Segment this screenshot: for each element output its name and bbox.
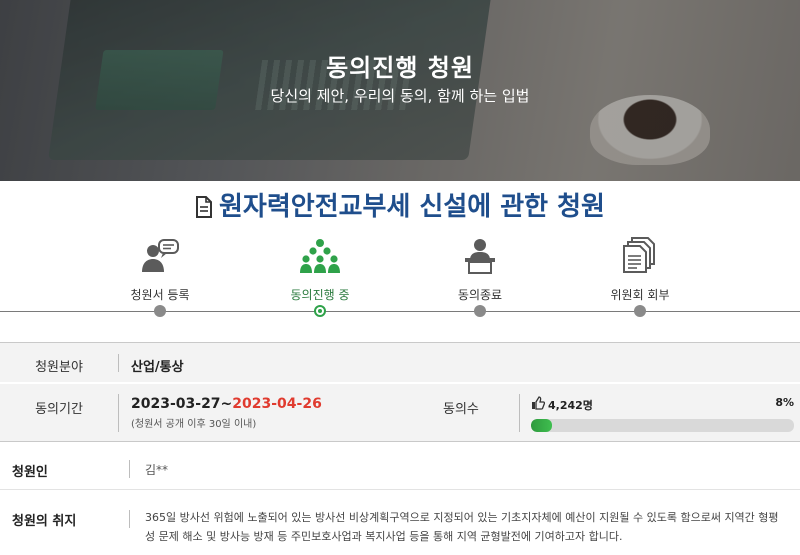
petition-title-wrap: 원자력안전교부세 신설에 관한 청원	[0, 186, 800, 225]
purpose-row: 청원의 취지 365일 방사선 위험에 노출되어 있는 방사선 비상계획구역으로…	[0, 500, 800, 555]
step-dot	[474, 305, 486, 317]
petitioner-label: 청원인	[12, 465, 48, 480]
step-label: 동의종료	[457, 288, 503, 302]
step-committee: 위원회 회부	[570, 234, 710, 317]
document-stack-icon	[570, 234, 710, 274]
step-register: 청원서 등록	[90, 234, 230, 317]
petitioner-row: 청원인 김**	[0, 450, 800, 490]
step-closed: 동의종료	[410, 234, 550, 317]
thumbs-up-icon	[531, 396, 546, 413]
purpose-text: 365일 방사선 위험에 노출되어 있는 방사선 비상계획구역으로 지정되어 있…	[145, 511, 779, 543]
agree-percent: 8%	[775, 396, 794, 409]
period-label: 동의기간	[35, 402, 83, 417]
hero-subtitle: 당신의 제안, 우리의 동의, 함께 하는 입법	[270, 87, 530, 105]
agree-progress-fill	[531, 419, 553, 432]
steps-line	[0, 311, 800, 312]
agree-count-row: 4,242명	[531, 396, 794, 413]
podium-speaker-icon	[410, 234, 550, 274]
purpose-label: 청원의 취지	[12, 514, 77, 529]
step-dot-active	[314, 305, 326, 317]
period-dates: 2023-03-27~2023-04-26	[131, 396, 322, 412]
document-icon	[195, 195, 213, 225]
step-label: 동의진행 중	[290, 288, 350, 302]
step-dot	[154, 305, 166, 317]
period-start: 2023-03-27~	[131, 396, 233, 412]
agree-progress-bar	[531, 419, 794, 432]
agree-count: 4,242명	[548, 398, 593, 412]
field-label: 청원분야	[35, 360, 83, 375]
period-end: 2023-04-26	[232, 396, 322, 412]
step-label: 청원서 등록	[130, 288, 190, 302]
hero-title: 동의진행 청원	[326, 54, 474, 82]
period-note: (청원서 공개 이후 30일 이내)	[131, 419, 257, 430]
step-in-progress: 동의진행 중	[250, 234, 390, 317]
step-label: 위원회 회부	[610, 288, 670, 302]
progress-steps: 청원서 등록 동의진행 중 동의종료 위원회 회부	[0, 234, 800, 324]
field-row: 청원분야 산업/통상	[0, 342, 800, 382]
hero-banner: 동의진행 청원 당신의 제안, 우리의 동의, 함께 하는 입법	[0, 0, 800, 181]
field-value: 산업/통상	[131, 360, 184, 375]
group-people-icon	[250, 234, 390, 274]
period-row: 동의기간 2023-03-27~2023-04-26 (청원서 공개 이후 30…	[0, 384, 800, 442]
agree-count-area: 4,242명 8%	[531, 396, 794, 432]
agree-label: 동의수	[443, 402, 479, 417]
step-dot	[634, 305, 646, 317]
speech-person-icon	[90, 234, 230, 274]
petitioner-value: 김**	[145, 463, 169, 477]
petition-title: 원자력안전교부세 신설에 관한 청원	[219, 192, 605, 222]
